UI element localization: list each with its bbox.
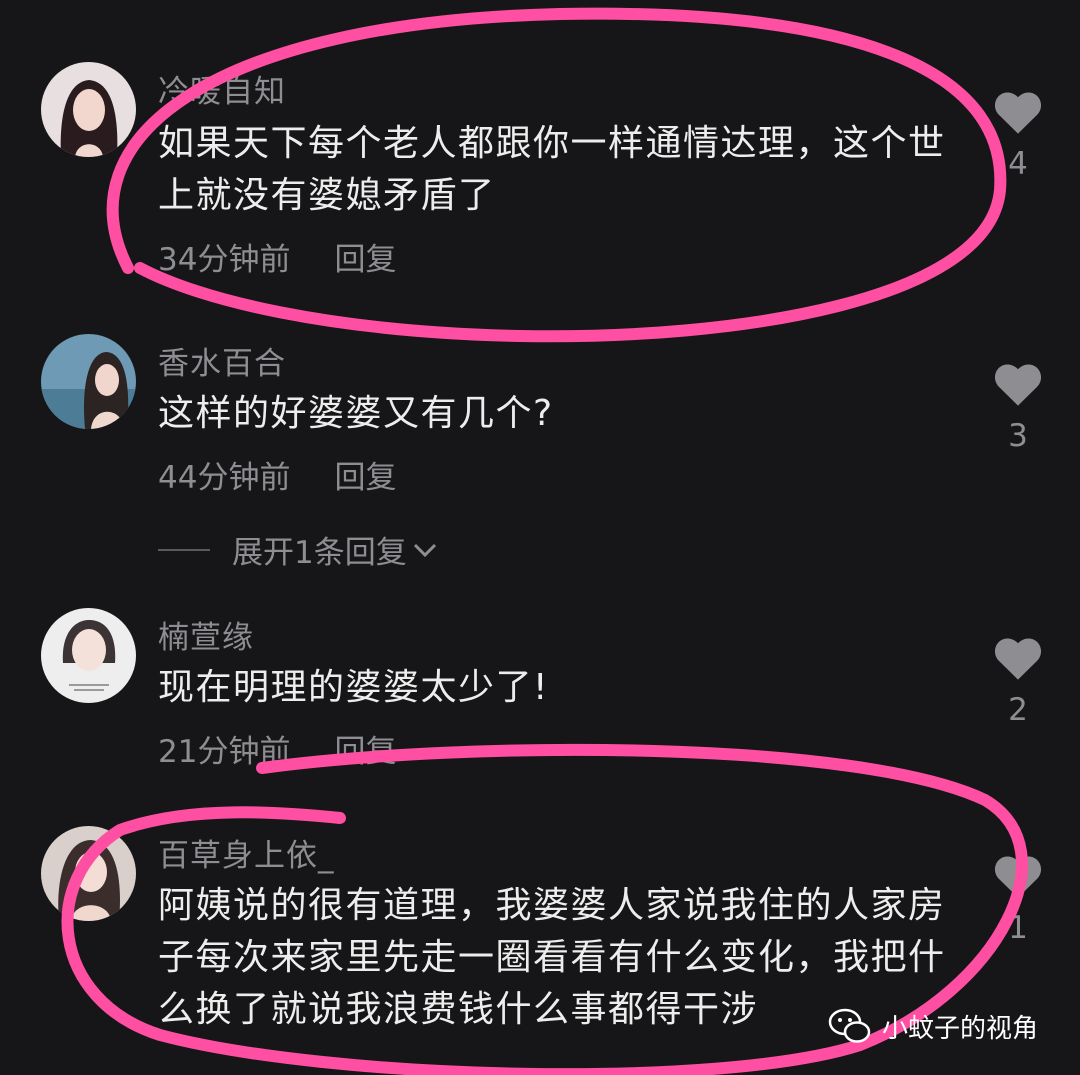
like-count: 2 (1008, 692, 1028, 728)
comment-username[interactable]: 楠萱缘 (158, 612, 254, 657)
comment-username[interactable]: 百草身上依_ (158, 830, 335, 875)
like-count: 3 (1008, 418, 1028, 454)
comment-time: 44分钟前 (158, 460, 291, 496)
user-avatar[interactable] (41, 62, 136, 157)
reply-button[interactable]: 回复 (334, 242, 396, 278)
divider-line (158, 548, 210, 551)
comment-time: 21分钟前 (158, 734, 291, 770)
avatar-photo-icon (41, 608, 136, 703)
like-button[interactable]: 1 (990, 852, 1046, 946)
avatar-photo-icon (41, 826, 136, 921)
heart-icon (994, 364, 1042, 406)
comment-meta: 44分钟前 回复 (158, 452, 396, 497)
heart-icon (994, 856, 1042, 898)
heart-icon (994, 638, 1042, 680)
comment-text: 现在明理的婆婆太少了! (158, 667, 549, 708)
watermark-text: 小蚊子的视角 (882, 1013, 1039, 1044)
watermark: 小蚊子的视角 (828, 1006, 1038, 1046)
like-button[interactable]: 3 (990, 360, 1046, 454)
like-count: 1 (1008, 910, 1028, 946)
chevron-down-icon (413, 543, 436, 557)
comment-text: 如果天下每个老人都跟你一样通情达理，这个世上就没有婆媳矛盾了 (158, 123, 946, 216)
user-avatar[interactable] (41, 608, 136, 703)
like-button[interactable]: 2 (990, 634, 1046, 728)
like-button[interactable]: 4 (990, 88, 1046, 182)
comment-meta: 34分钟前 回复 (158, 234, 396, 279)
expand-replies-label: 展开1条回复 (232, 535, 407, 571)
expand-replies-button[interactable]: 展开1条回复 (158, 527, 439, 572)
reply-button[interactable]: 回复 (334, 734, 396, 770)
comment-meta: 21分钟前 回复 (158, 726, 396, 771)
user-avatar[interactable] (41, 334, 136, 429)
avatar-photo-icon (41, 334, 136, 429)
avatar-photo-icon (41, 62, 136, 157)
comment-time: 34分钟前 (158, 242, 291, 278)
comment-username[interactable]: 香水百合 (158, 338, 286, 383)
wechat-icon (828, 1008, 871, 1043)
comment-username[interactable]: 冷暖自知 (158, 66, 286, 111)
user-avatar[interactable] (41, 826, 136, 921)
heart-icon (994, 92, 1042, 134)
like-count: 4 (1008, 146, 1028, 182)
comment-text: 这样的好婆婆又有几个? (158, 393, 554, 434)
reply-button[interactable]: 回复 (334, 460, 396, 496)
